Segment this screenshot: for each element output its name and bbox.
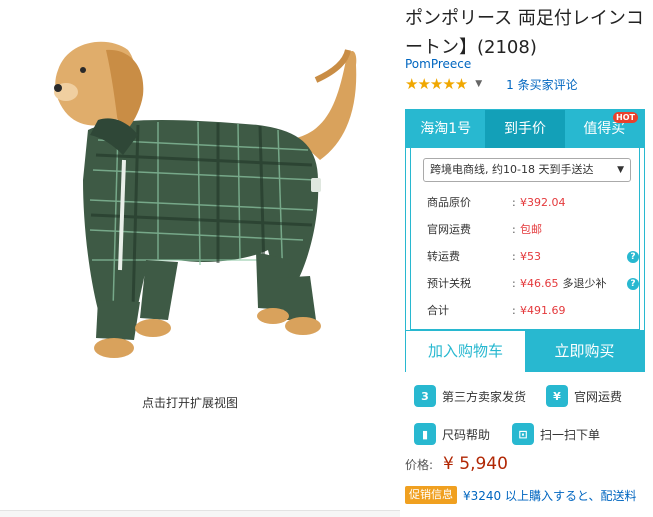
row-value: ¥491.69 — [520, 304, 566, 317]
purchase-buttons: 加入购物车 立即购买 — [406, 330, 644, 372]
feature-label: 扫一扫下单 — [540, 427, 601, 442]
row-value: ¥392.04 — [520, 196, 566, 209]
tab-haitao[interactable]: 海淘1号 — [406, 110, 485, 148]
row-total: 合计 : ¥491.69 — [427, 302, 637, 320]
price-breakdown: 跨境电商线, 约10-18 天到手送达 ▼ 商品原价 : ¥392.04 官网运… — [410, 148, 640, 330]
row-label: 合计 — [427, 304, 449, 317]
feature-label: 官网运费 — [574, 389, 623, 404]
promo-row: 促销信息 ¥3240 以上購入すると、配送料 — [405, 486, 653, 504]
promo-link[interactable]: ¥3240 以上購入すると、配送料 — [463, 487, 637, 504]
ruler-icon: ▮ — [414, 423, 436, 445]
tax-value: ¥46.65 — [520, 277, 559, 290]
row-transfer-fee: 转运费 : ¥53 ? — [427, 248, 639, 266]
row-label: 转运费 — [427, 250, 460, 263]
row-colon: : — [512, 250, 516, 263]
thumbnail-strip — [0, 510, 400, 517]
price-value: ¥ 5,940 — [443, 454, 508, 474]
tab-worth-buying-label: 值得买 — [583, 121, 626, 137]
rating-stars[interactable]: ★★★★★ — [405, 75, 468, 93]
feature-label: 第三方卖家发货 — [442, 389, 527, 404]
purchase-box: 海淘1号 到手价 值得买 HOT 跨境电商线, 约10-18 天到手送达 ▼ 商… — [405, 109, 645, 372]
row-value: 包邮 — [520, 223, 542, 236]
chevron-down-icon: ▼ — [617, 165, 624, 175]
add-to-cart-button[interactable]: 加入购物车 — [406, 330, 525, 372]
row-value: ¥53 — [520, 250, 541, 263]
purchase-tabs: 海淘1号 到手价 值得买 HOT — [406, 110, 644, 148]
feature-label: 尺码帮助 — [442, 427, 491, 442]
brand-link[interactable]: PomPreece — [405, 57, 471, 71]
help-icon[interactable]: ? — [627, 278, 639, 290]
row-colon: : — [512, 304, 516, 317]
row-original-price: 商品原价 : ¥392.04 — [427, 194, 637, 212]
official-shipping-link[interactable]: ¥ 官网运费 — [546, 384, 622, 408]
price-label: 价格: — [405, 457, 434, 472]
row-official-shipping: 官网运费 : 包邮 — [427, 221, 637, 239]
truck-icon: ¥ — [546, 385, 568, 407]
price-row: 价格: ¥ 5,940 — [405, 452, 508, 476]
expand-view-link[interactable]: 点击打开扩展视图 — [0, 394, 380, 411]
promo-badge: 促销信息 — [405, 486, 457, 504]
scan-to-order-link[interactable]: ⊡ 扫一扫下单 — [512, 422, 600, 446]
row-estimated-tax: 预计关税 : ¥46.65 多退少补 ? — [427, 275, 639, 293]
row-label: 官网运费 — [427, 223, 471, 236]
tax-refund-note: 多退少补 — [562, 277, 607, 290]
tab-worth-buying[interactable]: 值得买 HOT — [565, 110, 644, 148]
size-help-link[interactable]: ▮ 尺码帮助 — [414, 422, 490, 446]
buy-now-button[interactable]: 立即购买 — [525, 330, 644, 372]
shipping-method-value: 跨境电商线, 约10-18 天到手送达 — [430, 163, 594, 176]
chevron-down-icon[interactable]: ▼ — [475, 79, 482, 89]
help-icon[interactable]: ? — [627, 251, 639, 263]
rating-row: ★★★★★ ▼ 1 条买家评论 — [405, 74, 578, 94]
gift-icon: 3 — [414, 385, 436, 407]
review-count-link[interactable]: 1 条买家评论 — [506, 76, 577, 93]
row-colon: : — [512, 196, 516, 209]
row-label: 预计关税 — [427, 277, 471, 290]
tab-final-price[interactable]: 到手价 — [485, 110, 565, 148]
product-image[interactable] — [28, 20, 388, 365]
hot-badge: HOT — [613, 112, 638, 123]
row-colon: : — [512, 277, 516, 290]
row-value: ¥46.65 多退少补 — [520, 275, 607, 293]
product-title: ポンポリース 両足付レインコートン】(2108) — [405, 8, 644, 58]
third-party-seller-link[interactable]: 3 第三方卖家发货 — [414, 384, 526, 408]
scan-icon: ⊡ — [512, 423, 534, 445]
row-colon: : — [512, 223, 516, 236]
row-label: 商品原价 — [427, 196, 471, 209]
product-image-area: 点击打开扩展视图 — [0, 0, 400, 517]
shipping-method-select[interactable]: 跨境电商线, 约10-18 天到手送达 ▼ — [423, 158, 631, 182]
